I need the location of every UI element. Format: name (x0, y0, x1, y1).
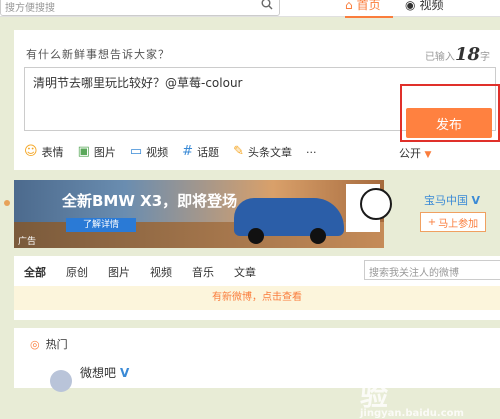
visibility-label: 公开 (399, 147, 421, 160)
top-bar: 搜方便搜搜 ⌂ 首页 ◉ 视频 (0, 0, 500, 18)
image-icon: ▣ (77, 144, 90, 159)
feed-search-placeholder: 搜索我关注人的微博 (369, 268, 459, 279)
watermark-brand: Baidu经验 (360, 339, 478, 412)
hot-label: ◎ 热门 (30, 336, 68, 352)
nav-video-label: 视频 (419, 0, 444, 12)
filter-original[interactable]: 原创 (66, 264, 88, 280)
ad-banner[interactable]: 全新BMW X3，即将登场 了解详情 广告 (14, 180, 384, 248)
emoji-label: 表情 (41, 146, 64, 159)
chevron-down-icon: ▼ (424, 150, 432, 160)
nav-home-underline (345, 16, 393, 18)
hot-user-text: 微想吧 (80, 366, 117, 380)
filter-all[interactable]: 全部 (24, 264, 46, 280)
plus-icon: + (427, 216, 437, 228)
ad-headline: 全新BMW X3，即将登场 (62, 192, 238, 210)
post-text: 清明节去哪里玩比较好？@草莓-colour (33, 76, 243, 90)
car-image (234, 198, 344, 244)
brand-name-text: 宝马中国 (424, 194, 468, 207)
verified-icon: V (120, 365, 130, 380)
image-label: 图片 (93, 146, 116, 159)
hashtag-icon: # (182, 144, 194, 159)
composer-toolbar: ☺ 表情 ▣ 图片 ▭ 视频 # 话题 ✎ 头条文章 ··· (24, 144, 316, 160)
nav-home[interactable]: ⌂ 首页 (345, 0, 393, 18)
composer-prompt: 有什么新鲜事想告诉大家？ (26, 48, 170, 61)
video-nav-icon: ◉ (405, 0, 416, 12)
ad-cta-button[interactable]: 了解详情 (66, 218, 136, 232)
feed-filters: 全部 原创 图片 视频 音乐 文章 (24, 264, 256, 280)
nav-video[interactable]: ◉ 视频 (405, 0, 444, 13)
visibility-select[interactable]: 公开 ▼ (399, 145, 431, 161)
brand-name[interactable]: 宝马中国 V (424, 192, 480, 208)
char-count: 已输入18字 (425, 44, 490, 65)
emoji-button[interactable]: ☺ 表情 (24, 144, 64, 160)
video-icon: ▭ (129, 144, 143, 159)
more-label: ··· (305, 145, 317, 159)
left-dot (4, 200, 10, 206)
follow-label: 马上参加 (438, 218, 479, 230)
follow-button[interactable]: + 马上参加 (420, 212, 486, 232)
filter-images[interactable]: 图片 (108, 264, 130, 280)
search-input[interactable]: 搜方便搜搜 (0, 0, 280, 16)
char-count-suffix: 字 (480, 52, 490, 63)
topic-label: 话题 (197, 146, 220, 159)
char-count-prefix: 已输入 (424, 52, 455, 63)
filter-music[interactable]: 音乐 (192, 264, 214, 280)
publish-button[interactable]: 发布 (406, 108, 492, 138)
video-button[interactable]: ▭ 视频 (130, 144, 168, 160)
ad-tag: 广告 (18, 237, 37, 247)
more-button[interactable]: ··· (306, 146, 317, 159)
video-label: 视频 (146, 146, 169, 159)
bmw-logo-icon (360, 188, 392, 220)
hot-label-text: 热门 (45, 338, 68, 351)
nav-home-label: 首页 (356, 0, 381, 12)
hot-user-name[interactable]: 微想吧 V (80, 364, 129, 381)
filter-videos[interactable]: 视频 (150, 264, 172, 280)
char-count-value: 18 (454, 44, 480, 65)
feed-search-input[interactable]: 搜索我关注人的微博 (364, 260, 500, 280)
image-button[interactable]: ▣ 图片 (78, 144, 116, 160)
search-placeholder: 搜方便搜搜 (5, 3, 55, 14)
article-icon: ✎ (233, 144, 244, 159)
article-button[interactable]: ✎ 头条文章 (233, 144, 292, 160)
article-label: 头条文章 (247, 146, 292, 159)
new-posts-tip[interactable]: 有新微博，点击查看 (14, 286, 500, 310)
location-pin-icon: ◎ (30, 337, 40, 351)
avatar[interactable] (50, 370, 72, 392)
brand-panel: 宝马中国 V + 马上参加 (390, 184, 500, 248)
watermark: Baidu经验 jingyan.baidu.com (360, 334, 500, 419)
watermark-url: jingyan.baidu.com (360, 408, 464, 419)
home-icon: ⌂ (345, 0, 353, 12)
search-icon[interactable] (261, 0, 273, 10)
topic-button[interactable]: # 话题 (182, 144, 219, 160)
emoji-icon: ☺ (24, 144, 38, 159)
verified-icon: V (471, 194, 481, 207)
filter-articles[interactable]: 文章 (234, 264, 256, 280)
